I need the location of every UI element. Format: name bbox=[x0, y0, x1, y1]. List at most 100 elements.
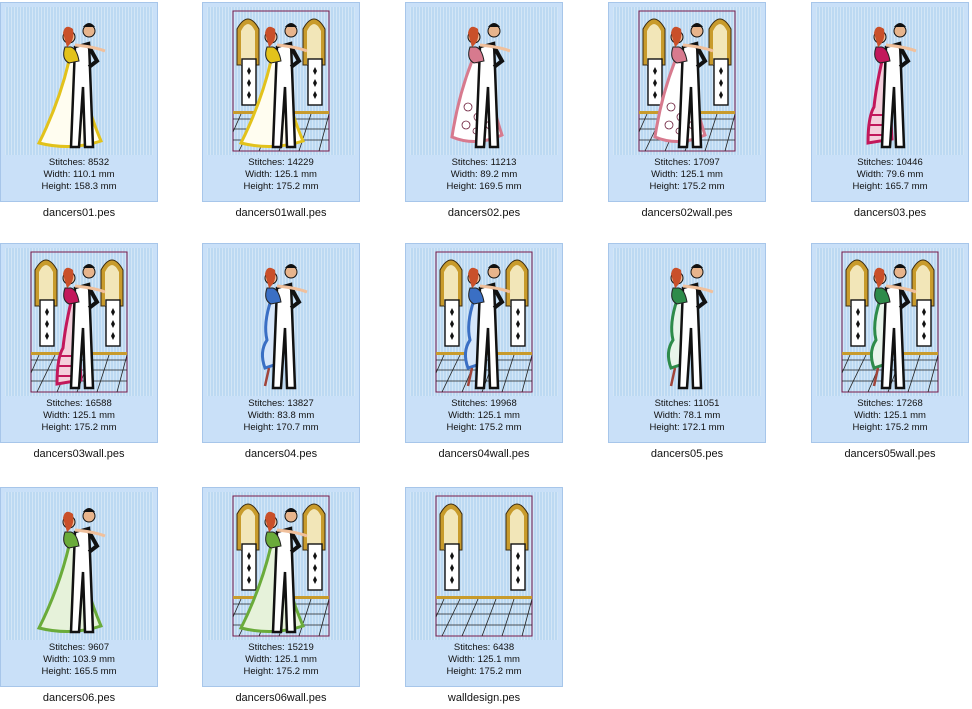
embroidery-preview-image bbox=[5, 248, 153, 396]
embroidery-preview-image bbox=[5, 492, 153, 640]
embroidery-preview-image bbox=[613, 7, 761, 155]
width-line: Width: 125.1 mm bbox=[448, 654, 520, 665]
file-name-label[interactable]: dancers06wall.pes bbox=[192, 692, 370, 704]
file-item[interactable]: Stitches: 11213 Width: 89.2 mm Height: 1… bbox=[405, 2, 563, 224]
file-name-label[interactable]: dancers01wall.pes bbox=[192, 207, 370, 219]
height-line: Height: 175.2 mm bbox=[446, 666, 522, 677]
design-info: Stitches: 17097 Width: 125.1 mm Height: … bbox=[609, 157, 765, 193]
stitches-line: Stitches: 16588 bbox=[46, 398, 112, 409]
design-info: Stitches: 15219 Width: 125.1 mm Height: … bbox=[203, 642, 359, 678]
design-info: Stitches: 6438 Width: 125.1 mm Height: 1… bbox=[406, 642, 562, 678]
design-info: Stitches: 16588 Width: 125.1 mm Height: … bbox=[1, 398, 157, 434]
design-info: Stitches: 19968 Width: 125.1 mm Height: … bbox=[406, 398, 562, 434]
file-name-label[interactable]: dancers04.pes bbox=[192, 448, 370, 460]
stitches-line: Stitches: 11051 bbox=[654, 398, 720, 409]
file-name-label[interactable]: dancers04wall.pes bbox=[395, 448, 573, 460]
file-name-label[interactable]: walldesign.pes bbox=[395, 692, 573, 704]
file-thumbnail-card[interactable]: Stitches: 11051 Width: 78.1 mm Height: 1… bbox=[608, 243, 766, 443]
embroidery-preview-image bbox=[5, 7, 153, 155]
file-thumbnail-card[interactable]: Stitches: 14229 Width: 125.1 mm Height: … bbox=[202, 2, 360, 202]
dancers-illustration bbox=[666, 264, 714, 390]
stitches-line: Stitches: 14229 bbox=[248, 157, 314, 168]
file-item[interactable]: Stitches: 19968 Width: 125.1 mm Height: … bbox=[405, 243, 563, 465]
height-line: Height: 175.2 mm bbox=[446, 422, 522, 433]
file-thumbnail-card[interactable]: Stitches: 11213 Width: 89.2 mm Height: 1… bbox=[405, 2, 563, 202]
file-item[interactable]: Stitches: 13827 Width: 83.8 mm Height: 1… bbox=[202, 243, 360, 465]
height-line: Height: 175.2 mm bbox=[41, 422, 117, 433]
dancers-illustration bbox=[55, 264, 106, 390]
stitches-line: Stitches: 10446 bbox=[857, 157, 923, 168]
stitches-line: Stitches: 17268 bbox=[857, 398, 923, 409]
file-thumbnail-card[interactable]: Stitches: 13827 Width: 83.8 mm Height: 1… bbox=[202, 243, 360, 443]
width-line: Width: 125.1 mm bbox=[43, 410, 115, 421]
file-thumbnail-card[interactable]: Stitches: 9607 Width: 103.9 mm Height: 1… bbox=[0, 487, 158, 687]
file-name-label[interactable]: dancers02.pes bbox=[395, 207, 573, 219]
file-thumbnail-card[interactable]: Stitches: 17268 Width: 125.1 mm Height: … bbox=[811, 243, 969, 443]
file-thumbnail-card[interactable]: Stitches: 6438 Width: 125.1 mm Height: 1… bbox=[405, 487, 563, 687]
height-line: Height: 175.2 mm bbox=[243, 666, 319, 677]
dancers-illustration bbox=[869, 264, 917, 390]
dancers-illustration bbox=[36, 23, 106, 149]
design-info: Stitches: 17268 Width: 125.1 mm Height: … bbox=[812, 398, 968, 434]
dancers-illustration bbox=[260, 264, 308, 390]
embroidery-preview-image bbox=[410, 248, 558, 396]
height-line: Height: 170.7 mm bbox=[243, 422, 319, 433]
width-line: Width: 78.1 mm bbox=[653, 410, 721, 421]
file-name-label[interactable]: dancers05.pes bbox=[598, 448, 776, 460]
file-thumbnail-card[interactable]: Stitches: 17097 Width: 125.1 mm Height: … bbox=[608, 2, 766, 202]
file-item[interactable]: Stitches: 15219 Width: 125.1 mm Height: … bbox=[202, 487, 360, 709]
file-name-label[interactable]: dancers06.pes bbox=[0, 692, 168, 704]
file-item[interactable]: Stitches: 14229 Width: 125.1 mm Height: … bbox=[202, 2, 360, 224]
embroidery-preview-image bbox=[207, 492, 355, 640]
design-info: Stitches: 11213 Width: 89.2 mm Height: 1… bbox=[406, 157, 562, 193]
embroidery-preview-image bbox=[816, 248, 964, 396]
width-line: Width: 125.1 mm bbox=[854, 410, 926, 421]
dancers-illustration bbox=[866, 23, 917, 149]
file-item[interactable]: Stitches: 6438 Width: 125.1 mm Height: 1… bbox=[405, 487, 563, 709]
height-line: Height: 169.5 mm bbox=[446, 181, 522, 192]
height-line: Height: 175.2 mm bbox=[649, 181, 725, 192]
stitches-line: Stitches: 15219 bbox=[248, 642, 314, 653]
width-line: Width: 83.8 mm bbox=[247, 410, 315, 421]
stitches-line: Stitches: 13827 bbox=[248, 398, 314, 409]
file-name-label[interactable]: dancers02wall.pes bbox=[598, 207, 776, 219]
file-item[interactable]: Stitches: 10446 Width: 79.6 mm Height: 1… bbox=[811, 2, 969, 224]
file-item[interactable]: Stitches: 16588 Width: 125.1 mm Height: … bbox=[0, 243, 158, 465]
file-thumbnail-card[interactable]: Stitches: 16588 Width: 125.1 mm Height: … bbox=[0, 243, 158, 443]
embroidery-preview-image bbox=[410, 7, 558, 155]
height-line: Height: 175.2 mm bbox=[243, 181, 319, 192]
file-name-label[interactable]: dancers03wall.pes bbox=[0, 448, 168, 460]
wall-frame bbox=[435, 495, 533, 637]
design-info: Stitches: 10446 Width: 79.6 mm Height: 1… bbox=[812, 157, 968, 193]
file-name-label[interactable]: dancers03.pes bbox=[801, 207, 972, 219]
design-info: Stitches: 9607 Width: 103.9 mm Height: 1… bbox=[1, 642, 157, 678]
file-thumbnail-card[interactable]: Stitches: 15219 Width: 125.1 mm Height: … bbox=[202, 487, 360, 687]
file-item[interactable]: Stitches: 11051 Width: 78.1 mm Height: 1… bbox=[608, 243, 766, 465]
width-line: Width: 125.1 mm bbox=[651, 169, 723, 180]
width-line: Width: 89.2 mm bbox=[450, 169, 518, 180]
file-item[interactable]: Stitches: 17268 Width: 125.1 mm Height: … bbox=[811, 243, 969, 465]
stitches-line: Stitches: 9607 bbox=[48, 642, 110, 653]
file-thumbnail-card[interactable]: Stitches: 19968 Width: 125.1 mm Height: … bbox=[405, 243, 563, 443]
file-name-label[interactable]: dancers01.pes bbox=[0, 207, 168, 219]
height-line: Height: 175.2 mm bbox=[852, 422, 928, 433]
dancers-illustration bbox=[36, 508, 106, 634]
file-item[interactable]: Stitches: 9607 Width: 103.9 mm Height: 1… bbox=[0, 487, 158, 709]
file-thumbnail-card[interactable]: Stitches: 10446 Width: 79.6 mm Height: 1… bbox=[811, 2, 969, 202]
dancers-illustration bbox=[450, 23, 511, 149]
file-name-label[interactable]: dancers05wall.pes bbox=[801, 448, 972, 460]
width-line: Width: 125.1 mm bbox=[448, 410, 520, 421]
width-line: Width: 125.1 mm bbox=[245, 654, 317, 665]
width-line: Width: 79.6 mm bbox=[856, 169, 924, 180]
design-info: Stitches: 14229 Width: 125.1 mm Height: … bbox=[203, 157, 359, 193]
stitches-line: Stitches: 6438 bbox=[453, 642, 515, 653]
file-thumbnail-card[interactable]: Stitches: 8532 Width: 110.1 mm Height: 1… bbox=[0, 2, 158, 202]
stitches-line: Stitches: 19968 bbox=[451, 398, 517, 409]
embroidery-preview-image bbox=[816, 7, 964, 155]
file-item[interactable]: Stitches: 8532 Width: 110.1 mm Height: 1… bbox=[0, 2, 158, 224]
design-info: Stitches: 11051 Width: 78.1 mm Height: 1… bbox=[609, 398, 765, 434]
width-line: Width: 110.1 mm bbox=[43, 169, 115, 180]
file-grid: Stitches: 8532 Width: 110.1 mm Height: 1… bbox=[0, 0, 972, 706]
file-item[interactable]: Stitches: 17097 Width: 125.1 mm Height: … bbox=[608, 2, 766, 224]
design-info: Stitches: 13827 Width: 83.8 mm Height: 1… bbox=[203, 398, 359, 434]
